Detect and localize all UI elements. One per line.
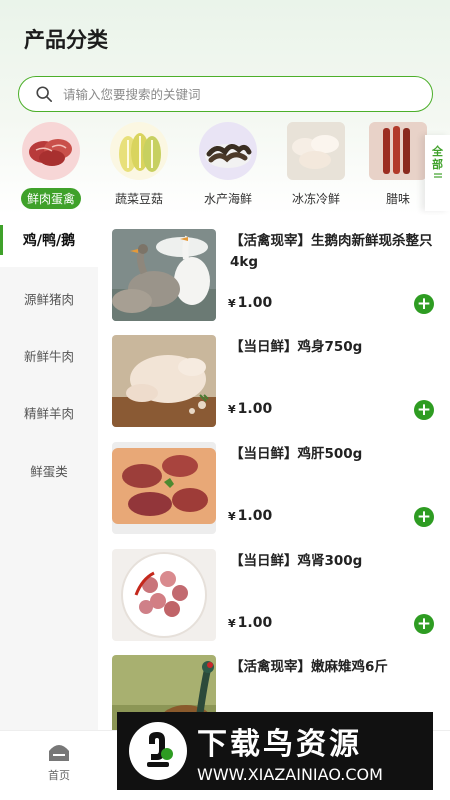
tab-home-label: 首页 [48, 769, 70, 782]
product-title: 【当日鲜】鸡身750g [230, 339, 363, 355]
category-label: 冰冻冷鲜 [291, 192, 340, 206]
product-title: 【活禽现宰】嫩麻雉鸡6斤 [230, 659, 388, 675]
product-item[interactable]: 【当日鲜】鸡身750g ¥1.00 + [98, 321, 450, 427]
tab-home[interactable]: 首页 [34, 741, 84, 783]
category-image [287, 122, 345, 180]
sidebar-item-pork[interactable]: 源鲜猪肉 [0, 275, 98, 325]
price-value: 1.00 [237, 295, 273, 311]
price-value: 1.00 [237, 615, 273, 631]
product-price: ¥1.00 [228, 295, 272, 311]
all-categories-button[interactable]: 全 部 [425, 135, 450, 211]
product-image-chicken-liver [112, 442, 216, 534]
search-input[interactable] [63, 86, 393, 102]
all-label-1: 全 [432, 145, 443, 158]
category-row: 鲜肉蛋禽 蔬菜豆菇 水产海鲜 冰冻冷鲜 腊味 [0, 122, 450, 210]
all-label-2: 部 [432, 158, 443, 171]
page-title: 产品分类 [24, 28, 108, 52]
product-item[interactable]: 【活禽现宰】生鹅肉新鲜现杀整只4kg ¥1.00 + [98, 215, 450, 321]
watermark-banner: 下载鸟资源 WWW.XIAZAINIAO.COM [117, 712, 433, 790]
subcategory-sidebar: 鸡/鸭/鹅 源鲜猪肉 新鲜牛肉 精鲜羊肉 鲜蛋类 [0, 215, 98, 730]
search-bar[interactable] [18, 76, 433, 112]
home-icon [49, 745, 69, 761]
plus-icon: + [416, 613, 432, 634]
product-item[interactable]: 【当日鲜】鸡肾300g ¥1.00 + [98, 535, 450, 641]
category-label: 鲜肉蛋禽 [20, 188, 81, 209]
category-label: 腊味 [385, 192, 410, 206]
product-image-goose [112, 229, 216, 321]
category-item-meat-egg-poultry[interactable]: 鲜肉蛋禽 [11, 122, 91, 209]
add-to-cart-button[interactable]: + [414, 294, 434, 314]
category-image [22, 122, 80, 180]
product-item[interactable]: 【当日鲜】鸡肝500g ¥1.00 + [98, 428, 450, 534]
product-list: 【活禽现宰】生鹅肉新鲜现杀整只4kg ¥1.00 + 【当日鲜】鸡身750g ¥… [98, 215, 450, 730]
category-label: 蔬菜豆菇 [114, 192, 163, 206]
product-title: 【活禽现宰】生鹅肉新鲜现杀整只4kg [230, 233, 433, 270]
search-icon [36, 86, 53, 103]
category-item-vegetables[interactable]: 蔬菜豆菇 [99, 122, 179, 209]
currency-symbol: ¥ [228, 297, 236, 310]
product-title: 【当日鲜】鸡肝500g [230, 446, 363, 462]
sidebar-item-eggs[interactable]: 鲜蛋类 [0, 447, 98, 497]
product-price: ¥1.00 [228, 615, 272, 631]
sidebar-item-lamb[interactable]: 精鲜羊肉 [0, 389, 98, 439]
watermark-url: WWW.XIAZAINIAO.COM [197, 764, 383, 784]
watermark-title: 下载鸟资源 [197, 726, 362, 762]
add-to-cart-button[interactable]: + [414, 614, 434, 634]
category-item-seafood[interactable]: 水产海鲜 [188, 122, 268, 209]
plus-icon: + [416, 293, 432, 314]
product-price: ¥1.00 [228, 401, 272, 417]
menu-icon [433, 173, 442, 178]
add-to-cart-button[interactable]: + [414, 400, 434, 420]
plus-icon: + [416, 399, 432, 420]
category-image [199, 122, 257, 180]
product-image-chicken [112, 335, 216, 427]
category-image [110, 122, 168, 180]
currency-symbol: ¥ [228, 617, 236, 630]
product-title: 【当日鲜】鸡肾300g [230, 553, 363, 569]
price-value: 1.00 [237, 508, 273, 524]
add-to-cart-button[interactable]: + [414, 507, 434, 527]
category-label: 水产海鲜 [203, 192, 252, 206]
price-value: 1.00 [237, 401, 273, 417]
currency-symbol: ¥ [228, 510, 236, 523]
product-price: ¥1.00 [228, 508, 272, 524]
product-image-chicken-gizzard [112, 549, 216, 641]
sidebar-item-beef[interactable]: 新鲜牛肉 [0, 332, 98, 382]
watermark-logo-icon [129, 722, 187, 780]
currency-symbol: ¥ [228, 403, 236, 416]
category-item-frozen[interactable]: 冰冻冷鲜 [276, 122, 356, 209]
sidebar-item-poultry[interactable]: 鸡/鸭/鹅 [0, 215, 98, 267]
plus-icon: + [416, 506, 432, 527]
category-image [369, 122, 427, 180]
